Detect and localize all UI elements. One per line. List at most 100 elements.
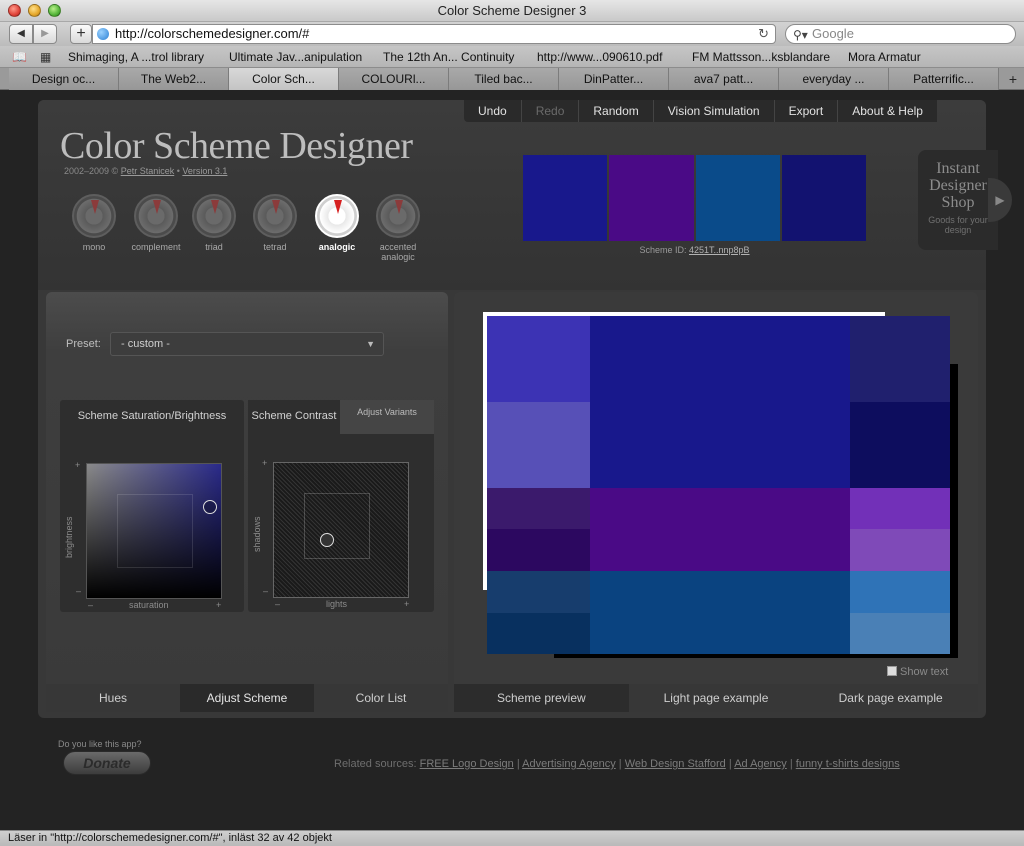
related-link[interactable]: Advertising Agency [522, 758, 616, 770]
instant-designer-shop[interactable]: Instant Designer Shop Goods for your des… [918, 150, 1012, 250]
related-link[interactable]: FREE Logo Design [420, 758, 514, 770]
copyright: 2002–2009 © [64, 166, 119, 176]
bookmark-item[interactable]: FM Mattsson...ksblandare [692, 50, 830, 64]
mode-tetrad[interactable]: tetrad [243, 194, 307, 252]
window-title: Color Scheme Designer 3 [437, 3, 587, 18]
mode-label: tetrad [263, 242, 287, 252]
add-bookmark-button[interactable]: + [70, 24, 92, 44]
preview-cell [487, 402, 590, 488]
search-input[interactable]: ⚲▾ Google [785, 24, 1016, 44]
axis-label: brightness [64, 516, 74, 558]
picker-handle[interactable] [320, 533, 334, 547]
saturation-brightness-box: Scheme Saturation/Brightness + – brightn… [60, 400, 244, 612]
color-wheel-icon [376, 194, 420, 238]
preview-cell [487, 613, 590, 654]
globe-icon [97, 28, 109, 40]
tab-adjust-scheme[interactable]: Adjust Scheme [180, 684, 314, 712]
picker-guide [117, 494, 193, 568]
mode-analogic[interactable]: analogic [305, 194, 369, 252]
chevron-right-icon[interactable]: ▶ [988, 178, 1012, 222]
preview-cell [487, 529, 590, 571]
mode-mono[interactable]: mono [62, 194, 126, 252]
shop-subtitle: Goods for your design [928, 215, 988, 235]
shop-title: Instant Designer Shop [929, 160, 987, 211]
scheme-id-label: Scheme ID: [639, 245, 687, 255]
adjust-scheme-panel: Preset: - custom - ▼ Scheme Saturation/B… [46, 292, 448, 712]
minus-label: – [88, 600, 94, 610]
donate-button[interactable]: Donate [63, 751, 151, 775]
picker-guide [304, 493, 370, 559]
donate-question: Do you like this app? [58, 739, 142, 749]
color-wheel-icon [315, 194, 359, 238]
scheme-id-link[interactable]: 4251T..nnp8pB [689, 245, 750, 255]
browser-tab[interactable]: Tiled bac... [449, 68, 559, 90]
related-link[interactable]: funny t-shirts designs [796, 758, 900, 770]
checkbox-icon[interactable] [887, 666, 897, 676]
address-bar[interactable]: http://colorschemedesigner.com/# ↻ [92, 24, 776, 44]
browser-toolbar: ◀ ▶ + http://colorschemedesigner.com/# ↻… [0, 22, 1024, 46]
vision-simulation-button[interactable]: Vision Simulation [654, 100, 775, 122]
browser-tab[interactable]: ava7 patt... [669, 68, 779, 90]
browser-tab[interactable]: The Web2... [119, 68, 229, 90]
mode-accented-analogic[interactable]: accented analogic [366, 194, 430, 262]
new-tab-icon[interactable]: + [1002, 68, 1024, 90]
export-button[interactable]: Export [775, 100, 839, 122]
bookmark-item[interactable]: Shimaging, A ...trol library [68, 50, 204, 64]
minus-label: – [275, 599, 281, 609]
tab-hues[interactable]: Hues [46, 684, 180, 712]
search-icon: ⚲▾ [793, 28, 808, 42]
undo-button[interactable]: Undo [464, 100, 522, 122]
browser-tab-active[interactable]: Color Sch... [229, 68, 339, 90]
random-button[interactable]: Random [579, 100, 654, 122]
forward-button[interactable]: ▶ [33, 24, 57, 44]
bookmark-item[interactable]: The 12th An... Continuity [383, 50, 514, 64]
adjust-variants-tab[interactable]: Adjust Variants [340, 400, 434, 434]
picker-handle[interactable] [203, 500, 217, 514]
plus-label: + [404, 599, 410, 609]
mode-complement[interactable]: complement [124, 194, 188, 252]
mode-label: accented analogic [379, 242, 417, 262]
color-swatch[interactable] [695, 155, 780, 241]
tab-color-list[interactable]: Color List [314, 684, 448, 712]
related-link[interactable]: Ad Agency [734, 758, 787, 770]
url-text: http://colorschemedesigner.com/# [115, 26, 310, 41]
reload-icon[interactable]: ↻ [758, 25, 769, 43]
tab-dark-page-example[interactable]: Dark page example [803, 684, 979, 712]
tab-scheme-preview[interactable]: Scheme preview [454, 684, 629, 712]
grid-icon[interactable]: ▦ [40, 50, 51, 64]
about-help-button[interactable]: About & Help [838, 100, 937, 122]
version-link[interactable]: Version 3.1 [182, 166, 227, 176]
color-swatch[interactable] [523, 155, 608, 241]
author-link[interactable]: Petr Stanicek [121, 166, 175, 176]
tab-light-page-example[interactable]: Light page example [628, 684, 804, 712]
browser-tab[interactable]: everyday ... [779, 68, 889, 90]
mode-triad[interactable]: triad [182, 194, 246, 252]
back-button[interactable]: ◀ [9, 24, 33, 44]
contrast-tab[interactable]: Scheme Contrast [248, 400, 340, 436]
color-swatch[interactable] [781, 155, 866, 241]
related-link[interactable]: Web Design Stafford [625, 758, 726, 770]
box-title: Scheme Contrast [251, 410, 337, 422]
book-icon[interactable]: 📖 [12, 50, 27, 64]
contrast-picker[interactable] [273, 462, 409, 598]
saturation-brightness-picker[interactable] [86, 463, 222, 599]
bookmark-item[interactable]: Mora Armatur [848, 50, 921, 64]
browser-tab[interactable]: DinPatter... [559, 68, 669, 90]
preview-cell [487, 488, 590, 529]
bookmark-item[interactable]: http://www...090610.pdf [537, 50, 662, 64]
browser-tab[interactable]: COLOURl... [339, 68, 449, 90]
show-text-label: Show text [900, 666, 949, 678]
preset-select[interactable]: - custom - ▼ [110, 332, 384, 356]
browser-tab[interactable]: Patterrific... [889, 68, 999, 90]
web-page: Undo Redo Random Vision Simulation Expor… [0, 90, 1024, 830]
browser-tabs: Design oc... The Web2... Color Sch... CO… [0, 68, 1024, 90]
preview-cell [590, 488, 850, 571]
browser-tab[interactable]: Design oc... [9, 68, 119, 90]
show-text-checkbox[interactable]: Show text [887, 666, 948, 678]
axis-label: lights [326, 599, 348, 609]
preview-cell [590, 316, 850, 488]
related-sources: Related sources: FREE Logo Design | Adve… [334, 758, 900, 770]
bookmark-item[interactable]: Ultimate Jav...anipulation [229, 50, 362, 64]
color-swatch[interactable] [609, 155, 694, 241]
redo-button[interactable]: Redo [522, 100, 580, 122]
